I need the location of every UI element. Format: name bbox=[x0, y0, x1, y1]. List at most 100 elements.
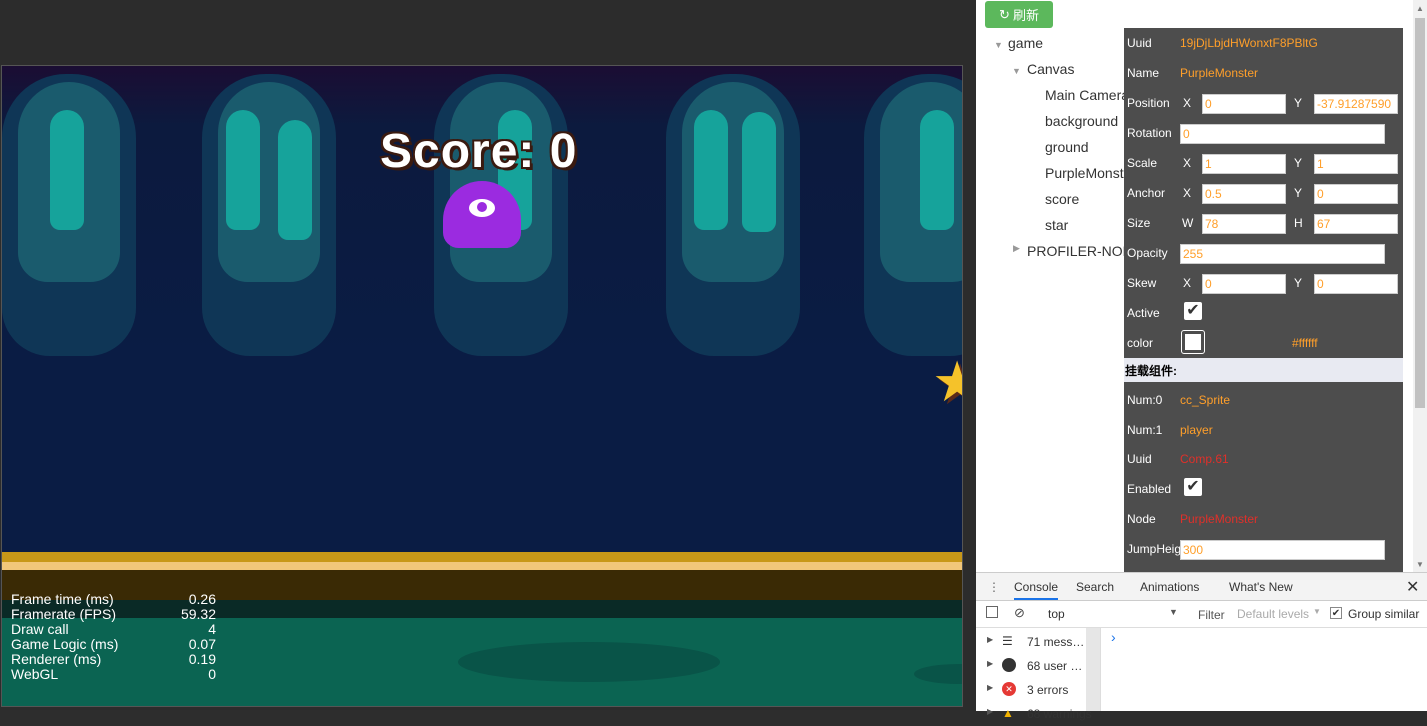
axis-label: H bbox=[1294, 216, 1303, 230]
profiler-stat-value: 0 bbox=[208, 666, 216, 682]
active-checkbox[interactable]: ✔ bbox=[1184, 302, 1202, 320]
console-prompt-icon[interactable]: › bbox=[1111, 629, 1116, 645]
clear-console-icon[interactable]: ⊘ bbox=[1014, 605, 1025, 621]
tree-node-game[interactable]: game bbox=[1008, 33, 1043, 53]
size-width-input[interactable]: 78 bbox=[1202, 214, 1286, 234]
uuid-value: 19jDjLbjdHWonxtF8PBltG bbox=[1180, 36, 1318, 50]
size-height-input[interactable]: 67 bbox=[1314, 214, 1398, 234]
filter-input[interactable]: Filter bbox=[1198, 608, 1225, 622]
axis-label: Y bbox=[1294, 96, 1303, 110]
expand-arrow-icon: ▶ bbox=[987, 683, 994, 692]
anchor-x-input[interactable]: 0.5 bbox=[1202, 184, 1286, 204]
axis-label: X bbox=[1183, 186, 1192, 200]
sidebar-toggle-icon[interactable] bbox=[986, 606, 998, 618]
name-value: PurpleMonster bbox=[1180, 66, 1259, 80]
tab-animations[interactable]: Animations bbox=[1140, 580, 1199, 594]
scroll-up-icon[interactable]: ▲ bbox=[1416, 4, 1424, 13]
prop-label: Num:1 bbox=[1127, 423, 1163, 437]
expand-arrow-icon[interactable]: ▼ bbox=[1012, 66, 1021, 76]
more-menu-icon[interactable]: ⋮ bbox=[988, 580, 1000, 594]
scale-x-input[interactable]: 1 bbox=[1202, 154, 1286, 174]
tab-search[interactable]: Search bbox=[1076, 580, 1114, 594]
sidebar-item-messages[interactable]: ▶ ☰ 71 messages bbox=[976, 630, 1100, 654]
profiler-stat-value: 4 bbox=[208, 621, 216, 637]
color-value: #ffffff bbox=[1292, 336, 1318, 350]
components-panel: Num:0 cc_Sprite Num:1 player Uuid Comp.6… bbox=[1124, 385, 1403, 572]
collapse-arrow-icon[interactable]: ▶ bbox=[1013, 243, 1020, 254]
skew-x-input[interactable]: 0 bbox=[1202, 274, 1286, 294]
list-icon: ☰ bbox=[1002, 634, 1013, 648]
scroll-down-icon[interactable]: ▼ bbox=[1416, 560, 1424, 569]
prop-row-scale: Scale X 1 Y 1 bbox=[1124, 148, 1403, 178]
profiler-stat-row: Game Logic (ms) 0.07 bbox=[11, 637, 216, 652]
component-row: Uuid Comp.61 bbox=[1124, 444, 1403, 474]
console-toolbar: ⊘ top ▼ Filter Default levels ▼ ✔ Group … bbox=[976, 601, 1427, 628]
profiler-stat-row: WebGL 0 bbox=[11, 667, 216, 682]
inspector-scrollbar[interactable]: ▲ ▼ bbox=[1413, 0, 1427, 572]
tab-console[interactable]: Console bbox=[1014, 580, 1059, 600]
profiler-stat-row: Frame time (ms) 0.26 bbox=[11, 592, 216, 607]
component-row: JumpHeight 300 bbox=[1124, 534, 1403, 564]
prop-label: color bbox=[1127, 336, 1154, 350]
scrollbar-thumb[interactable] bbox=[1415, 18, 1425, 408]
components-header: 挂载组件: bbox=[1124, 358, 1403, 382]
tree-node-ground[interactable]: ground bbox=[1045, 137, 1089, 157]
profiler-stat-row: Renderer (ms) 0.19 bbox=[11, 652, 216, 667]
prop-label: Skew bbox=[1127, 276, 1157, 290]
expand-arrow-icon[interactable]: ▼ bbox=[994, 40, 1003, 50]
ground-stripe bbox=[2, 552, 962, 562]
context-selector[interactable]: top bbox=[1048, 607, 1065, 621]
rotation-input[interactable]: 0 bbox=[1180, 124, 1385, 144]
log-levels-dropdown[interactable]: Default levels bbox=[1237, 607, 1309, 621]
anchor-y-input[interactable]: 0 bbox=[1314, 184, 1398, 204]
profiler-stat-value: 59.32 bbox=[180, 606, 216, 622]
opacity-input[interactable]: 255 bbox=[1180, 244, 1385, 264]
background-pillar bbox=[666, 74, 800, 356]
game-canvas[interactable]: Score: 0 ★ Frame time (ms) 0.26 Framerate … bbox=[1, 65, 963, 707]
refresh-button[interactable]: ↻ 刷新 bbox=[985, 1, 1053, 28]
enabled-checkbox[interactable]: ✔ bbox=[1184, 478, 1202, 496]
tree-node-purplemonster[interactable]: PurpleMonster bbox=[1045, 163, 1136, 183]
prop-label: Scale bbox=[1127, 156, 1158, 170]
sidebar-scrollbar[interactable] bbox=[1086, 628, 1100, 711]
component-node-value: PurpleMonster bbox=[1180, 512, 1259, 526]
profiler-stat-row: Draw call 4 bbox=[11, 622, 216, 637]
monster-eye bbox=[469, 199, 495, 217]
axis-label: X bbox=[1183, 96, 1192, 110]
position-y-input[interactable]: -37.91287590 bbox=[1314, 94, 1398, 114]
color-swatch[interactable] bbox=[1181, 330, 1205, 354]
profiler-stat-label: Frame time (ms) bbox=[11, 591, 114, 607]
prop-label: Position bbox=[1127, 96, 1170, 110]
skew-y-input[interactable]: 0 bbox=[1314, 274, 1398, 294]
expand-arrow-icon: ▶ bbox=[987, 659, 994, 668]
tree-node-main-camera[interactable]: Main Camera bbox=[1045, 85, 1129, 105]
floor-shadow bbox=[458, 642, 720, 682]
prop-row-skew: Skew X 0 Y 0 bbox=[1124, 268, 1403, 298]
group-similar-checkbox[interactable]: ✔ bbox=[1330, 607, 1342, 619]
profiler-stat-value: 0.26 bbox=[188, 591, 216, 607]
warning-icon: ▲ bbox=[1002, 706, 1014, 720]
chevron-down-icon[interactable]: ▼ bbox=[1169, 607, 1178, 617]
tree-node-star[interactable]: star bbox=[1045, 215, 1068, 235]
chevron-down-icon: ▼ bbox=[1313, 607, 1321, 616]
jump-height-input[interactable]: 300 bbox=[1180, 540, 1385, 560]
prop-row-size: Size W 78 H 67 bbox=[1124, 208, 1403, 238]
prop-label: Num:0 bbox=[1127, 393, 1163, 407]
sidebar-item-user-messages[interactable]: ▶ 68 user messages bbox=[976, 654, 1100, 678]
prop-row-color: color #ffffff bbox=[1124, 328, 1403, 358]
expand-arrow-icon: ▶ bbox=[987, 635, 994, 644]
scale-y-input[interactable]: 1 bbox=[1314, 154, 1398, 174]
component-uuid-value: Comp.61 bbox=[1180, 452, 1229, 466]
tree-node-canvas[interactable]: Canvas bbox=[1027, 59, 1074, 79]
tab-whats-new[interactable]: What's New bbox=[1229, 580, 1293, 594]
sidebar-item-warnings[interactable]: ▶ ▲ 68 warnings bbox=[976, 702, 1100, 726]
prop-label: Size bbox=[1127, 216, 1151, 230]
position-x-input[interactable]: 0 bbox=[1202, 94, 1286, 114]
sidebar-item-errors[interactable]: ▶ ✕ 3 errors bbox=[976, 678, 1100, 702]
profiler-stat-row: Framerate (FPS) 59.32 bbox=[11, 607, 216, 622]
tree-node-score[interactable]: score bbox=[1045, 189, 1079, 209]
tree-node-background[interactable]: background bbox=[1045, 111, 1118, 131]
axis-label: Y bbox=[1294, 186, 1303, 200]
prop-label: Uuid bbox=[1127, 36, 1152, 50]
close-icon[interactable]: ✕ bbox=[1406, 577, 1419, 597]
